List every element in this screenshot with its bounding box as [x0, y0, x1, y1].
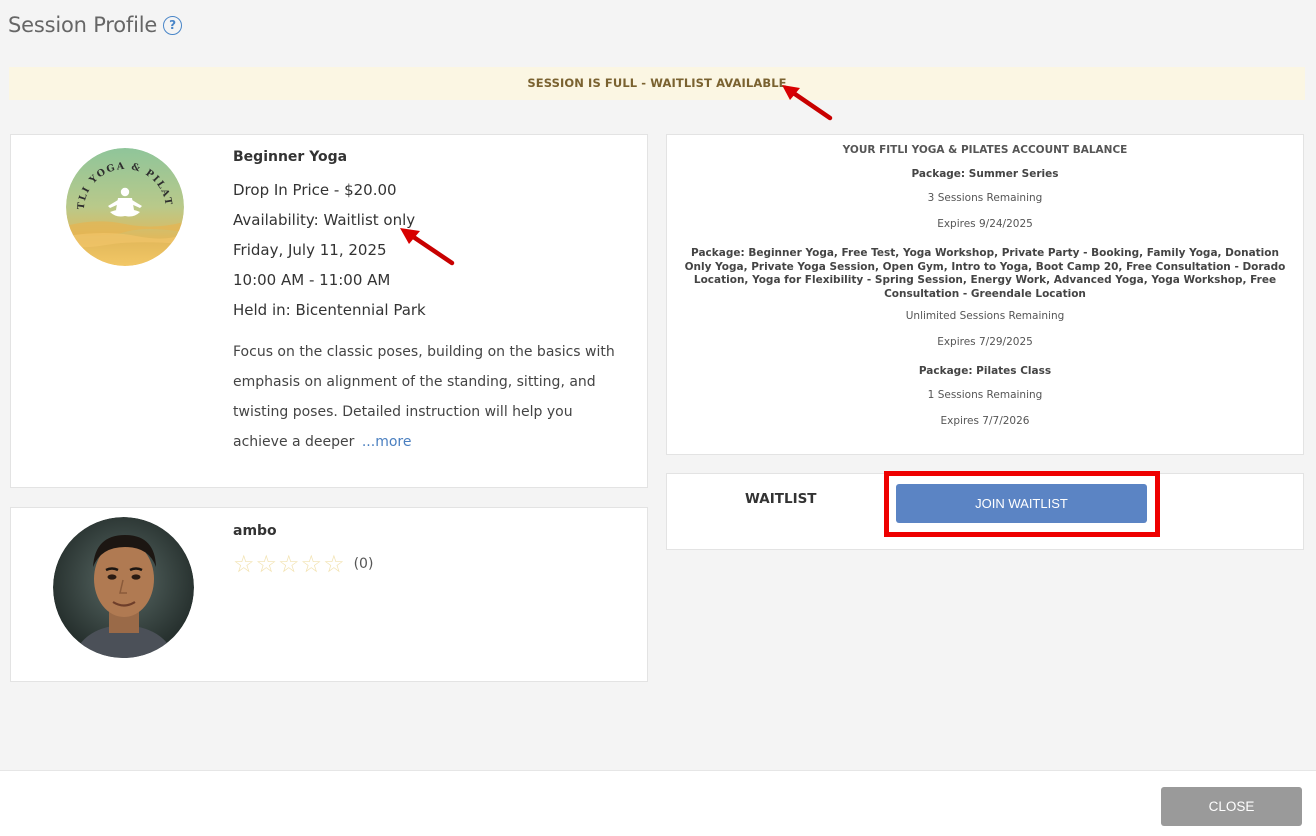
- page-header: Session Profile ?: [8, 10, 183, 40]
- session-name: Beginner Yoga: [233, 149, 348, 165]
- avatar: [53, 517, 194, 658]
- description-text: Focus on the classic poses, building on …: [233, 344, 615, 450]
- rating-row: ☆ ☆ ☆ ☆ ☆ (0): [233, 552, 373, 576]
- page-title: Session Profile: [8, 13, 158, 37]
- staff-info: ambo ☆ ☆ ☆ ☆ ☆ (0): [233, 523, 373, 576]
- package-name: Package: Beginner Yoga, Free Test, Yoga …: [684, 247, 1286, 300]
- package-name: Package: Summer Series: [911, 168, 1059, 180]
- close-button[interactable]: CLOSE: [1161, 787, 1302, 826]
- availability: Availability: Waitlist only: [233, 211, 416, 229]
- star-icon[interactable]: ☆: [301, 552, 323, 576]
- package-remaining: 1 Sessions Remaining: [927, 389, 1043, 401]
- session-description: Focus on the classic poses, building on …: [233, 337, 625, 457]
- help-icon[interactable]: ?: [163, 15, 183, 35]
- star-icon[interactable]: ☆: [256, 552, 278, 576]
- package-remaining: Unlimited Sessions Remaining: [905, 310, 1065, 322]
- star-icon[interactable]: ☆: [233, 552, 255, 576]
- session-date: Friday, July 11, 2025: [233, 241, 387, 259]
- more-link[interactable]: ...more: [362, 434, 412, 450]
- package-expires: Expires 7/29/2025: [937, 336, 1033, 348]
- session-info: Beginner Yoga Drop In Price - $20.00 Ava…: [233, 149, 633, 457]
- studio-logo-image: FITLI YOGA & PILATES: [66, 148, 184, 266]
- package-remaining: 3 Sessions Remaining: [927, 192, 1043, 204]
- session-time: 10:00 AM - 11:00 AM: [233, 271, 391, 289]
- studio-logo: FITLI YOGA & PILATES: [66, 148, 184, 266]
- staff-name: ambo: [233, 523, 277, 539]
- account-balance-card: YOUR FITLI YOGA & PILATES ACCOUNT BALANC…: [666, 134, 1304, 455]
- waitlist-label: WAITLIST: [745, 491, 817, 507]
- star-icon[interactable]: ☆: [323, 552, 345, 576]
- session-card: FITLI YOGA & PILATES Beginner Yoga Drop …: [10, 134, 648, 488]
- package-expires: Expires 7/7/2026: [940, 415, 1030, 427]
- avatar-image: [53, 517, 194, 658]
- drop-in-price: Drop In Price - $20.00: [233, 181, 397, 199]
- balance-title: YOUR FITLI YOGA & PILATES ACCOUNT BALANC…: [842, 144, 1128, 156]
- join-waitlist-button[interactable]: JOIN WAITLIST: [896, 484, 1147, 523]
- package-name: Package: Pilates Class: [918, 365, 1052, 377]
- star-icon[interactable]: ☆: [278, 552, 300, 576]
- waitlist-card: WAITLIST JOIN WAITLIST: [666, 473, 1304, 550]
- session-location: Held in: Bicentennial Park: [233, 301, 426, 319]
- rating-count: (0): [353, 556, 374, 572]
- footer: CLOSE: [0, 770, 1316, 836]
- staff-card: ambo ☆ ☆ ☆ ☆ ☆ (0): [10, 507, 648, 682]
- package-expires: Expires 9/24/2025: [937, 218, 1033, 230]
- session-full-alert: SESSION IS FULL - WAITLIST AVAILABLE: [9, 67, 1305, 100]
